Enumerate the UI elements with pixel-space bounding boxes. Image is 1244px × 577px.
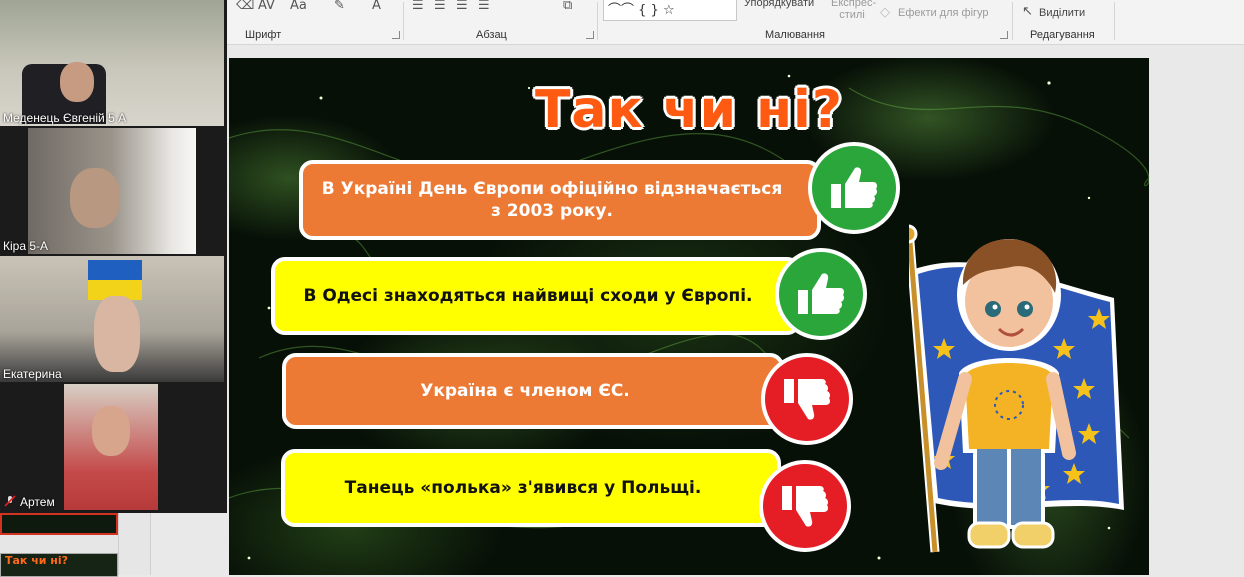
participant-tile[interactable]: Екатерина xyxy=(0,256,224,382)
thumbs-up-button-2[interactable] xyxy=(775,248,867,340)
shape-effects-button[interactable]: Ефекти для фігур xyxy=(898,7,989,19)
participant-name: Кіра 5-А xyxy=(3,239,49,253)
arrange-button[interactable]: Упорядкувати xyxy=(744,0,814,9)
participant-tile[interactable]: Кіра 5-А xyxy=(0,128,224,254)
editing-group-label: Редагування xyxy=(1030,29,1095,41)
thumbs-down-icon xyxy=(782,486,829,527)
thumbs-up-icon xyxy=(831,167,878,208)
video-participants-panel: Меденець Євгеній 5 А Кіра 5-А Екатерина … xyxy=(0,0,227,513)
font-dialog-launcher[interactable] xyxy=(392,31,400,39)
paragraph-dialog-launcher[interactable] xyxy=(586,31,594,39)
ribbon-separator xyxy=(1012,2,1013,40)
ribbon-separator xyxy=(1114,2,1115,40)
align-center-icon[interactable]: ☰ xyxy=(434,0,446,13)
paragraph-group-label: Абзац xyxy=(476,29,507,41)
person-shape xyxy=(94,296,140,372)
smartart-icon[interactable]: ⧉ xyxy=(563,0,572,13)
statement-box-2[interactable]: В Одесі знаходяться найвищі сходи у Євро… xyxy=(271,257,801,335)
participant-name: Екатерина xyxy=(3,367,62,381)
select-button[interactable]: Виділити xyxy=(1039,7,1085,19)
slide-thumbnail[interactable]: Так чи ні? xyxy=(0,553,118,577)
participant-tile[interactable]: Артем xyxy=(0,384,224,510)
thumbs-down-button-2[interactable] xyxy=(759,460,851,552)
statement-box-3[interactable]: Україна є членом ЄС. xyxy=(282,353,784,429)
statement-box-1[interactable]: В Україні День Європи офіційно відзначає… xyxy=(299,160,821,240)
slide-thumbnail-selected[interactable] xyxy=(0,513,118,535)
participant-name: Артем xyxy=(20,495,55,509)
align-left-icon[interactable]: ☰ xyxy=(412,0,424,13)
font-group-label: Шрифт xyxy=(245,29,282,41)
justify-icon[interactable]: ☰ xyxy=(478,0,490,13)
highlight-icon[interactable]: ✎ xyxy=(334,0,345,13)
ribbon-separator xyxy=(403,2,404,40)
cursor-icon: ↖ xyxy=(1022,4,1033,19)
eraser-icon[interactable]: ⌫ xyxy=(236,0,254,13)
person-shape xyxy=(60,62,94,102)
slide-thumbnail-title: Так чи ні? xyxy=(5,554,69,567)
ribbon-separator xyxy=(597,2,598,40)
slide-title: Так чи ні? xyxy=(534,80,844,140)
drawing-dialog-launcher[interactable] xyxy=(1000,31,1008,39)
person-shape xyxy=(70,168,120,228)
participant-tile[interactable]: Меденець Євгеній 5 А xyxy=(0,0,224,126)
thumbs-down-button-1[interactable] xyxy=(761,353,853,445)
mic-muted-icon xyxy=(4,495,16,507)
cartoon-boy-image xyxy=(934,239,1076,549)
shape-effects-icon: ◇ xyxy=(880,5,890,20)
shapes-gallery[interactable]: ⌒⌒ { } ☆ xyxy=(603,0,737,21)
thumbs-up-icon xyxy=(798,273,845,314)
person-shape xyxy=(92,406,130,456)
drawing-group-label: Малювання xyxy=(765,29,826,41)
char-spacing-icon[interactable]: AV xyxy=(258,0,275,13)
slide-canvas[interactable]: Так чи ні? В Україні День Європи офіційн… xyxy=(229,58,1149,575)
statement-box-4[interactable]: Танець «полька» з'явився у Польщі. xyxy=(281,449,781,527)
thumbs-down-icon xyxy=(784,379,831,420)
font-color-button[interactable]: A xyxy=(372,0,381,13)
thumbs-up-button-1[interactable] xyxy=(808,142,900,234)
curve-shape-icon[interactable]: ⌒⌒ { } ☆ xyxy=(608,0,675,18)
quick-styles-button[interactable]: Експрес-стилі xyxy=(831,0,876,21)
font-size-button[interactable]: Aa xyxy=(290,0,307,13)
flag-shape xyxy=(88,260,142,300)
align-right-icon[interactable]: ☰ xyxy=(456,0,468,13)
participant-name: Меденець Євгеній 5 А xyxy=(3,111,127,125)
